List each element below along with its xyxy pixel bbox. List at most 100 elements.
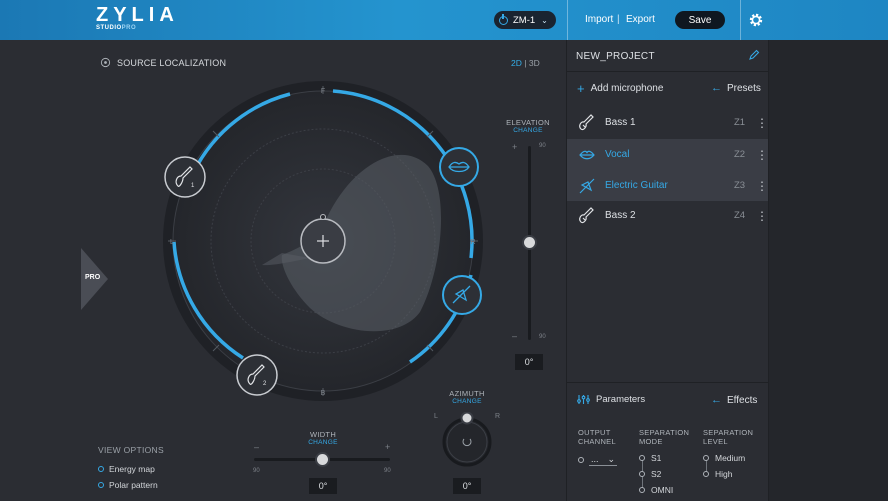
elevation-min-label: 90 xyxy=(539,334,546,340)
mic-row-electric-guitar[interactable]: Electric Guitar Z3 ⋮ xyxy=(567,170,768,201)
mode-2d-button[interactable]: 2D xyxy=(511,58,522,68)
source-localization-title: SOURCE LOCALIZATION xyxy=(100,57,226,68)
azimuth-label: AZIMUTH xyxy=(449,389,485,398)
import-button[interactable]: Import xyxy=(585,14,613,25)
arrow-left-icon: ← xyxy=(711,82,722,94)
parameters-label: Parameters xyxy=(596,394,646,405)
source-vocal[interactable] xyxy=(439,147,479,187)
polar-pattern-label: Polar pattern xyxy=(109,480,158,490)
gear-icon[interactable] xyxy=(748,12,764,28)
power-icon xyxy=(499,13,508,25)
presets-button[interactable]: ← Presets xyxy=(711,82,761,94)
width-slider-handle[interactable] xyxy=(317,454,328,465)
width-label: WIDTH xyxy=(309,430,337,439)
elevation-label: ELEVATION xyxy=(506,118,550,127)
guitar-icon xyxy=(579,113,594,130)
azimuth-dial[interactable] xyxy=(441,412,493,468)
effects-button[interactable]: ← Effects xyxy=(711,394,757,406)
radio-icon xyxy=(98,482,104,488)
plus-icon: + xyxy=(577,80,585,96)
radio-icon xyxy=(639,471,645,477)
orientation-marker[interactable] xyxy=(320,214,326,220)
azimuth-right-label: R xyxy=(495,413,501,420)
export-button[interactable]: Export xyxy=(626,14,655,25)
source-electric-guitar[interactable] xyxy=(442,275,482,315)
mic-name: Vocal xyxy=(605,149,630,160)
width-value[interactable]: 0° xyxy=(309,478,337,494)
save-button[interactable]: Save xyxy=(675,11,725,29)
guitar-icon xyxy=(579,206,594,223)
more-vertical-icon[interactable]: ⋮ xyxy=(756,210,768,222)
source-bass-1[interactable]: 1 xyxy=(164,156,206,198)
device-selector[interactable]: ZM-1 ⌄ xyxy=(494,11,556,29)
source-bass-2[interactable]: 2 xyxy=(236,354,278,396)
mic-row-vocal[interactable]: Vocal Z2 ⋮ xyxy=(567,139,768,170)
sep-mode-s2[interactable]: S2 xyxy=(639,469,661,479)
pro-label: PRO xyxy=(85,274,101,281)
energy-map-label: Energy map xyxy=(109,464,155,474)
width-right-value: 90 xyxy=(384,468,391,474)
sliders-icon xyxy=(577,395,590,404)
separation-level-header: SEPARATION LEVEL xyxy=(703,428,754,446)
azimuth-change-link[interactable]: CHANGE xyxy=(443,398,491,405)
radio-icon xyxy=(703,455,709,461)
lips-icon xyxy=(579,150,595,159)
view-options-title: VIEW OPTIONS xyxy=(98,445,164,455)
elevation-slider-handle[interactable] xyxy=(524,237,535,248)
elevation-change-link[interactable]: CHANGE xyxy=(504,127,552,134)
parameters-tab[interactable]: Parameters xyxy=(577,394,645,405)
radio-icon xyxy=(98,466,104,472)
mic-zone: Z3 xyxy=(734,180,746,191)
azimuth-left-label: L xyxy=(434,413,438,420)
sep-mode-omni[interactable]: OMNI xyxy=(639,485,673,495)
more-vertical-icon[interactable]: ⋮ xyxy=(756,117,768,129)
azimuth-header: AZIMUTH CHANGE xyxy=(443,389,491,405)
target-icon xyxy=(100,57,111,68)
radio-icon xyxy=(639,487,645,493)
electric-guitar-icon xyxy=(579,178,595,193)
more-vertical-icon[interactable]: ⋮ xyxy=(756,149,768,161)
mic-row-bass-2[interactable]: Bass 2 Z4 ⋮ xyxy=(567,200,768,231)
polar-pattern-option[interactable]: Polar pattern xyxy=(98,480,158,490)
mic-zone: Z1 xyxy=(734,117,746,128)
divider xyxy=(567,382,768,383)
sep-mode-s1[interactable]: S1 xyxy=(639,453,661,463)
output-channel-header: OUTPUT CHANNEL xyxy=(578,428,616,446)
localization-field[interactable]: F B L R 1 2 xyxy=(150,70,496,416)
compass-front: F xyxy=(321,88,325,95)
radio-icon xyxy=(578,457,584,463)
menu-separator: | xyxy=(617,14,620,25)
side-area xyxy=(768,40,888,501)
energy-map-option[interactable]: Energy map xyxy=(98,464,155,474)
radio-icon xyxy=(703,471,709,477)
more-vertical-icon[interactable]: ⋮ xyxy=(756,180,768,192)
mic-zone: Z2 xyxy=(734,149,746,160)
output-channel-select[interactable]: ... ⌄ xyxy=(578,454,617,466)
width-left-value: 90 xyxy=(253,468,260,474)
width-header: WIDTH CHANGE xyxy=(300,430,346,446)
azimuth-handle[interactable] xyxy=(460,412,474,425)
width-minus: – xyxy=(254,442,260,452)
arrow-left-icon: ← xyxy=(711,394,722,406)
top-bar: ZYLIA STUDIOPRO ZM-1 ⌄ Import | Export S… xyxy=(0,0,888,40)
sep-level-high[interactable]: High xyxy=(703,469,732,479)
add-microphone-label: Add microphone xyxy=(590,83,664,94)
top-divider xyxy=(567,0,568,40)
device-name: ZM-1 xyxy=(513,14,536,26)
pencil-icon[interactable] xyxy=(748,49,760,61)
project-name: NEW_PROJECT xyxy=(576,51,655,62)
presets-label: Presets xyxy=(727,82,761,94)
logo-pro: PRO xyxy=(121,25,137,31)
sep-level-medium[interactable]: Medium xyxy=(703,453,745,463)
add-microphone-button[interactable]: + Add microphone xyxy=(577,80,664,96)
mic-row-bass-1[interactable]: Bass 1 Z1 ⋮ xyxy=(567,107,768,138)
compass-back: B xyxy=(321,390,326,397)
mode-3d-button[interactable]: 3D xyxy=(529,58,540,68)
zylia-logo: ZYLIA STUDIOPRO xyxy=(96,4,179,31)
divider xyxy=(567,71,768,72)
logo-text: ZYLIA xyxy=(96,4,179,26)
mic-zone: Z4 xyxy=(734,210,746,221)
width-change-link[interactable]: CHANGE xyxy=(300,439,346,446)
elevation-value[interactable]: 0° xyxy=(515,354,543,370)
azimuth-value[interactable]: 0° xyxy=(453,478,481,494)
